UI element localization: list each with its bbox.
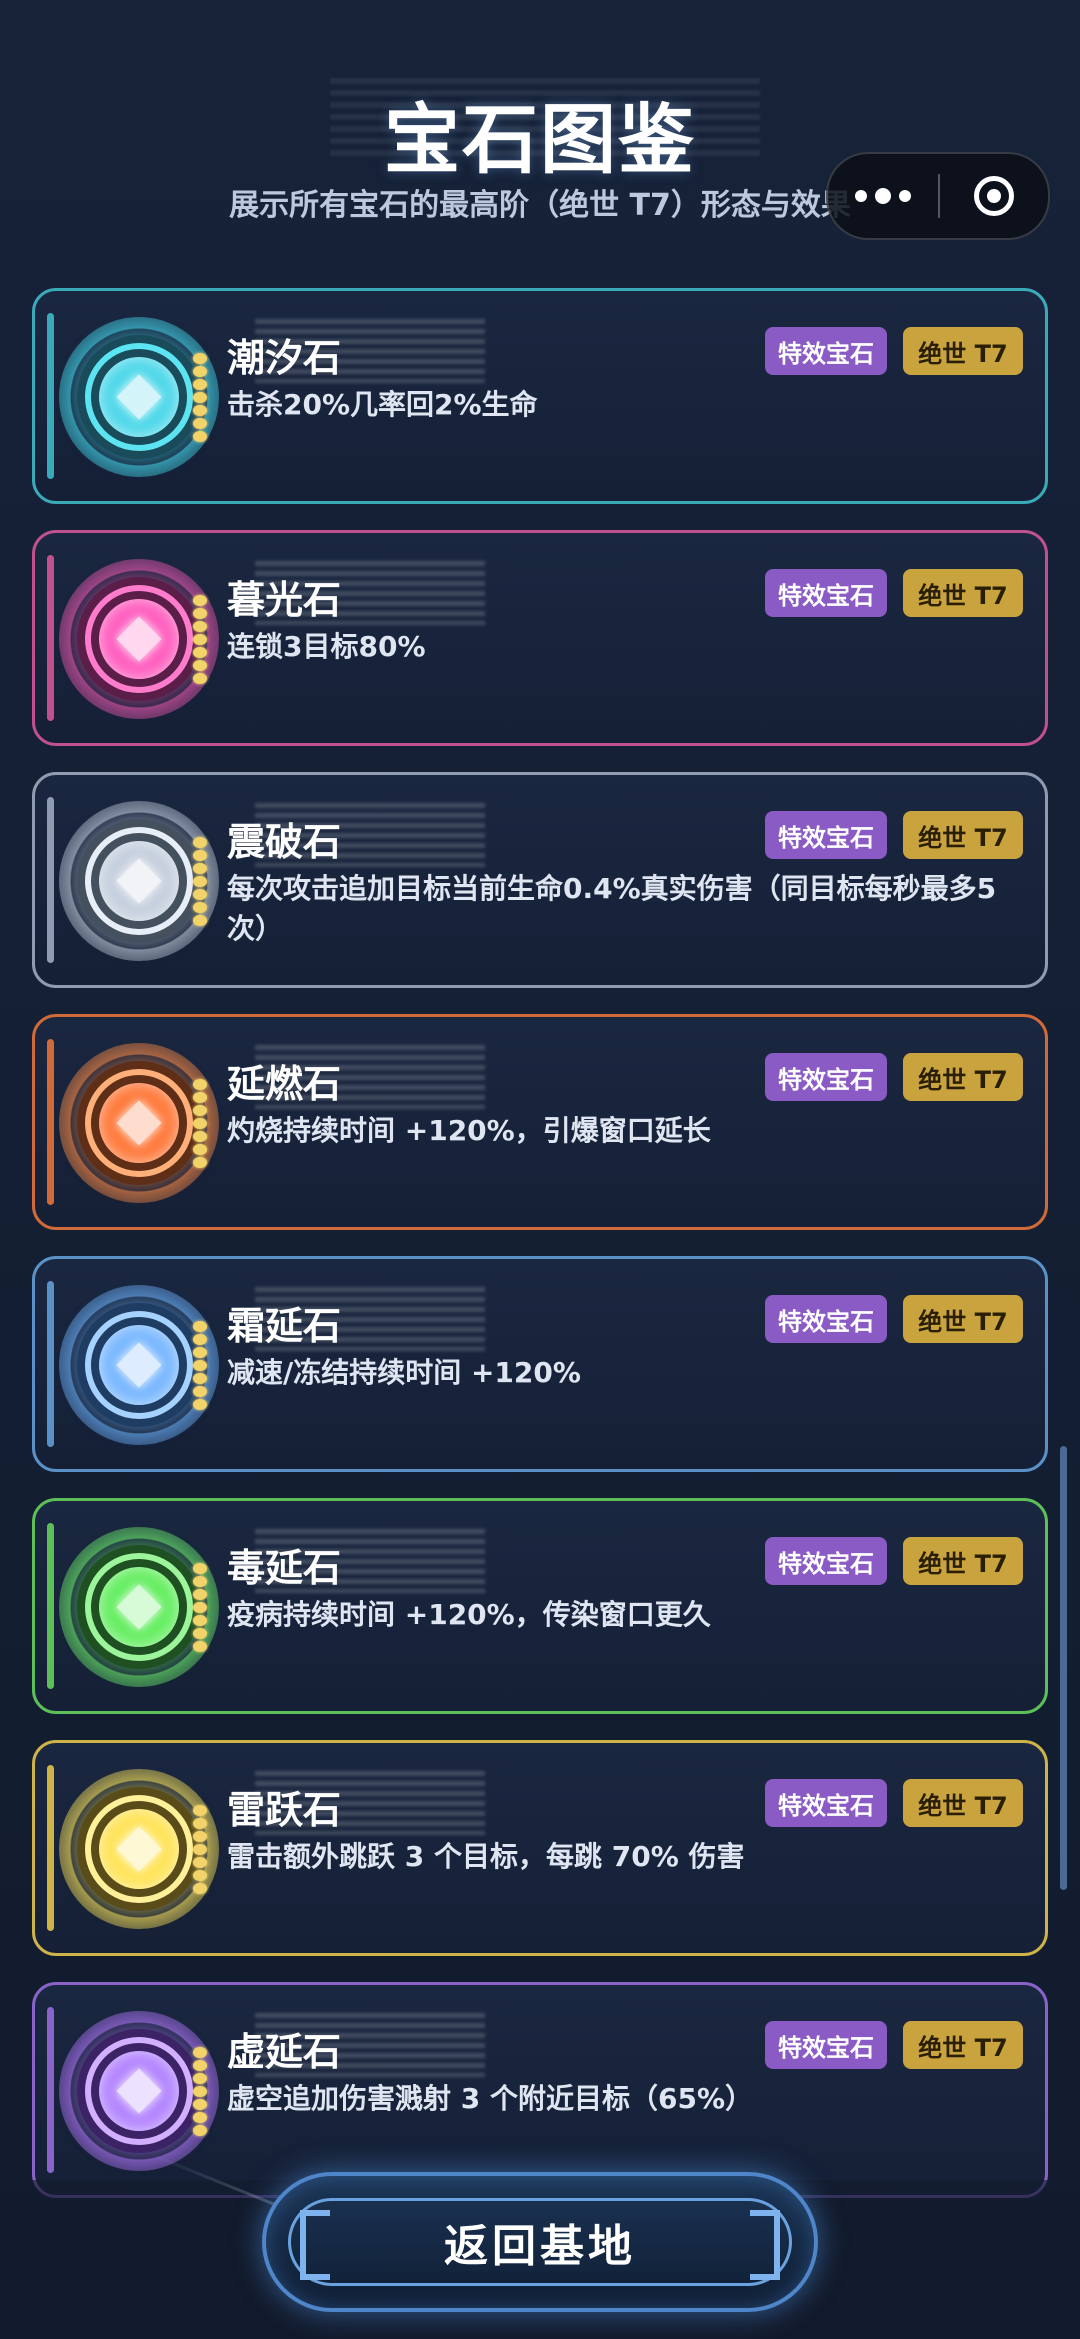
scrollbar[interactable] (1060, 1446, 1067, 1890)
gem-card-quake[interactable]: 震破石 每次攻击追加目标当前生命0.4%真实伤害（同目标每秒最多5次） 特效宝石… (32, 772, 1048, 988)
tier-badge: 绝世 T7 (903, 327, 1023, 375)
gem-desc: 灼烧持续时间 +120%，引爆窗口延长 (227, 1114, 711, 1147)
gem-icon (59, 1527, 219, 1687)
card-accent-bar (47, 1523, 54, 1689)
card-accent-bar (47, 1281, 54, 1447)
gem-desc: 雷击额外跳跃 3 个目标，每跳 70% 伤害 (227, 1840, 745, 1873)
gem-desc: 每次攻击追加目标当前生命0.4%真实伤害（同目标每秒最多5次） (227, 872, 997, 945)
gem-name: 雷跃石 (227, 1788, 342, 1832)
gem-card-poison[interactable]: 毒延石 疫病持续时间 +120%，传染窗口更久 特效宝石 绝世 T7 (32, 1498, 1048, 1714)
gem-icon (59, 1769, 219, 1929)
tier-badge: 绝世 T7 (903, 811, 1023, 859)
gem-name: 震破石 (227, 820, 342, 864)
target-close-icon[interactable] (940, 154, 1048, 238)
card-accent-bar (47, 1765, 54, 1931)
gem-name: 潮汐石 (227, 336, 342, 380)
card-accent-bar (47, 313, 54, 479)
effect-gem-badge: 特效宝石 (765, 1295, 887, 1343)
effect-gem-badge: 特效宝石 (765, 811, 887, 859)
effect-gem-badge: 特效宝石 (765, 1537, 887, 1585)
gem-card-ember[interactable]: 延燃石 灼烧持续时间 +120%，引爆窗口延长 特效宝石 绝世 T7 (32, 1014, 1048, 1230)
bracket-left-icon (300, 2210, 330, 2280)
more-dots-icon[interactable] (828, 154, 938, 238)
gem-icon (59, 559, 219, 719)
gem-list: 潮汐石 击杀20%几率回2%生命 特效宝石 绝世 T7 暮光石 连锁3目标80%… (32, 288, 1048, 2224)
card-accent-bar (47, 2007, 54, 2173)
gem-card-frost[interactable]: 霜延石 减速/冻结持续时间 +120% 特效宝石 绝世 T7 (32, 1256, 1048, 1472)
gem-desc: 疫病持续时间 +120%，传染窗口更久 (227, 1598, 711, 1631)
tier-badge: 绝世 T7 (903, 1053, 1023, 1101)
gem-desc: 减速/冻结持续时间 +120% (227, 1356, 581, 1389)
bracket-right-icon (750, 2210, 780, 2280)
gem-desc: 击杀20%几率回2%生命 (227, 388, 538, 421)
gem-icon (59, 1043, 219, 1203)
gem-desc: 虚空追加伤害溅射 3 个附近目标（65%） (227, 2082, 753, 2115)
gem-desc: 连锁3目标80% (227, 630, 426, 663)
gem-name: 霜延石 (227, 1304, 342, 1348)
gem-icon (59, 1285, 219, 1445)
tier-badge: 绝世 T7 (903, 2021, 1023, 2069)
effect-gem-badge: 特效宝石 (765, 2021, 887, 2069)
card-accent-bar (47, 797, 54, 963)
gem-card-thunder[interactable]: 雷跃石 雷击额外跳跃 3 个目标，每跳 70% 伤害 特效宝石 绝世 T7 (32, 1740, 1048, 1956)
gem-name: 延燃石 (227, 1062, 342, 1106)
effect-gem-badge: 特效宝石 (765, 1779, 887, 1827)
back-to-base-button[interactable]: 返回基地 (262, 2172, 818, 2312)
tier-badge: 绝世 T7 (903, 1779, 1023, 1827)
gem-icon (59, 801, 219, 961)
tier-badge: 绝世 T7 (903, 1295, 1023, 1343)
gem-card-tide[interactable]: 潮汐石 击杀20%几率回2%生命 特效宝石 绝世 T7 (32, 288, 1048, 504)
miniprogram-capsule (826, 152, 1050, 240)
effect-gem-badge: 特效宝石 (765, 569, 887, 617)
gem-icon (59, 317, 219, 477)
back-button-label: 返回基地 (444, 2221, 636, 2272)
gem-name: 虚延石 (227, 2030, 342, 2074)
effect-gem-badge: 特效宝石 (765, 1053, 887, 1101)
card-accent-bar (47, 1039, 54, 1205)
gem-name: 暮光石 (227, 578, 342, 622)
gem-name: 毒延石 (227, 1546, 342, 1590)
gem-card-twilight[interactable]: 暮光石 连锁3目标80% 特效宝石 绝世 T7 (32, 530, 1048, 746)
card-accent-bar (47, 555, 54, 721)
gem-icon (59, 2011, 219, 2171)
tier-badge: 绝世 T7 (903, 569, 1023, 617)
tier-badge: 绝世 T7 (903, 1537, 1023, 1585)
effect-gem-badge: 特效宝石 (765, 327, 887, 375)
